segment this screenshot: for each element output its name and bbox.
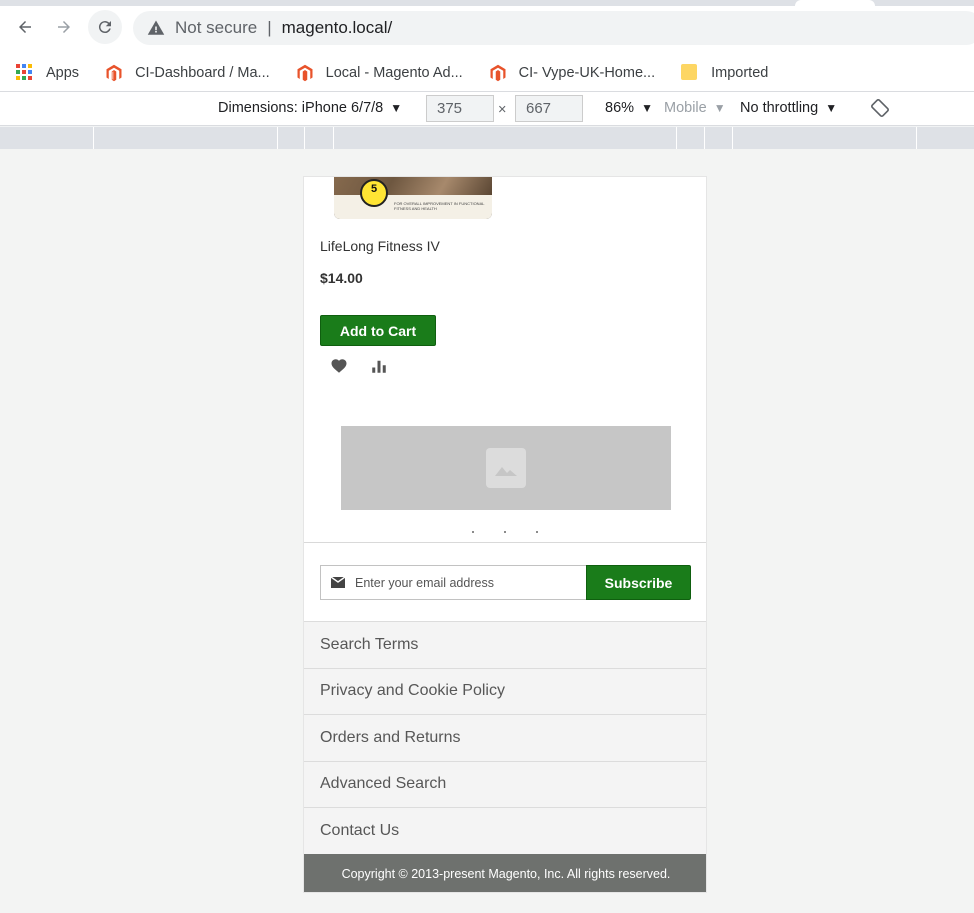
throttling-dropdown[interactable]: No throttling ▼ <box>740 100 837 116</box>
dimensions-dropdown[interactable]: Dimensions: iPhone 6/7/8 ▼ <box>218 100 402 116</box>
footer-link-advanced-search[interactable]: Advanced Search <box>304 760 706 807</box>
carousel-dots[interactable] <box>464 531 554 535</box>
back-button[interactable] <box>11 13 39 41</box>
zoom-dropdown[interactable]: 86% ▼ <box>605 100 653 116</box>
bookmark-apps[interactable]: Apps <box>16 63 80 82</box>
bookmarks-bar: Apps CI-Dashboard / Ma... Local - Magent… <box>0 54 974 92</box>
email-placeholder: Enter your email address <box>355 575 494 590</box>
heart-icon[interactable] <box>330 357 348 375</box>
rotate-icon <box>871 99 889 117</box>
reload-button[interactable] <box>88 10 122 44</box>
bookmark-label: CI-Dashboard / Ma... <box>135 64 270 81</box>
footer-link-orders-returns[interactable]: Orders and Returns <box>304 714 706 761</box>
apps-grid-icon <box>16 63 34 82</box>
chevron-down-icon: ▼ <box>825 101 838 115</box>
bookmark-label: Local - Magento Ad... <box>325 64 463 81</box>
magento-logo-icon <box>105 64 123 82</box>
chevron-down-icon: ▼ <box>390 101 403 115</box>
image-placeholder <box>341 426 671 510</box>
magento-logo-icon <box>489 64 507 82</box>
bookmark-ci-dashboard[interactable]: CI-Dashboard / Ma... <box>105 64 270 82</box>
media-query-ruler[interactable] <box>0 127 974 149</box>
add-to-cart-button[interactable]: Add to Cart <box>320 315 436 346</box>
forward-button[interactable] <box>50 13 78 41</box>
url-text: magento.local/ <box>281 18 393 37</box>
footer-links: Search Terms Privacy and Cookie Policy O… <box>304 621 706 854</box>
bookmark-local-magento[interactable]: Local - Magento Ad... <box>296 64 463 82</box>
footer-link-search-terms[interactable]: Search Terms <box>304 621 706 668</box>
chevron-down-icon: ▼ <box>641 101 653 115</box>
chevron-down-icon: ▼ <box>713 101 726 115</box>
bookmark-label: Apps <box>46 64 80 81</box>
device-type-dropdown[interactable]: Mobile ▼ <box>664 100 726 116</box>
reload-icon <box>98 21 111 34</box>
newsletter-block: Enter your email address Subscribe <box>304 542 706 622</box>
product-name[interactable]: LifeLong Fitness IV <box>320 238 440 254</box>
bookmark-imported[interactable]: Imported <box>681 63 769 82</box>
omnibox-separator: | <box>267 18 272 37</box>
bookmark-ci-vype[interactable]: CI- Vype-UK-Home... <box>489 64 655 82</box>
image-icon <box>486 448 526 488</box>
height-input[interactable]: 667 <box>515 95 583 122</box>
bookmark-label: CI- Vype-UK-Home... <box>518 64 656 81</box>
arrow-right-icon <box>58 21 70 33</box>
footer-link-contact-us[interactable]: Contact Us <box>304 807 706 854</box>
device-toolbar: Dimensions: iPhone 6/7/8 ▼ 375 × 667 86%… <box>0 92 974 126</box>
email-input[interactable]: Enter your email address <box>320 565 588 600</box>
width-input[interactable]: 375 <box>426 95 494 122</box>
product-price: $14.00 <box>320 270 363 286</box>
magento-logo-icon <box>296 64 314 82</box>
envelope-icon <box>331 577 345 588</box>
copyright-bar: Copyright © 2013-present Magento, Inc. A… <box>304 854 706 892</box>
emulated-page: FOR OVERALL IMPROVEMENT IN FUNCTIONAL FI… <box>303 176 707 893</box>
warning-icon <box>147 20 165 35</box>
times-sign: × <box>498 102 507 118</box>
omnibox[interactable]: Not secure | magento.local/ <box>133 11 974 45</box>
folder-icon <box>681 63 699 82</box>
rotate-button[interactable] <box>870 98 890 122</box>
product-image[interactable]: FOR OVERALL IMPROVEMENT IN FUNCTIONAL FI… <box>334 177 492 219</box>
bookmark-label: Imported <box>711 64 769 81</box>
product-badge: 5 <box>360 179 388 207</box>
footer-link-privacy-cookie-policy[interactable]: Privacy and Cookie Policy <box>304 667 706 714</box>
security-label: Not secure <box>175 18 258 37</box>
address-bar-area: Not secure | magento.local/ <box>0 6 974 54</box>
product-image-caption: FOR OVERALL IMPROVEMENT IN FUNCTIONAL FI… <box>334 195 492 219</box>
compare-bars-icon[interactable] <box>370 357 388 375</box>
arrow-left-icon <box>19 21 31 33</box>
subscribe-button[interactable]: Subscribe <box>586 565 691 600</box>
